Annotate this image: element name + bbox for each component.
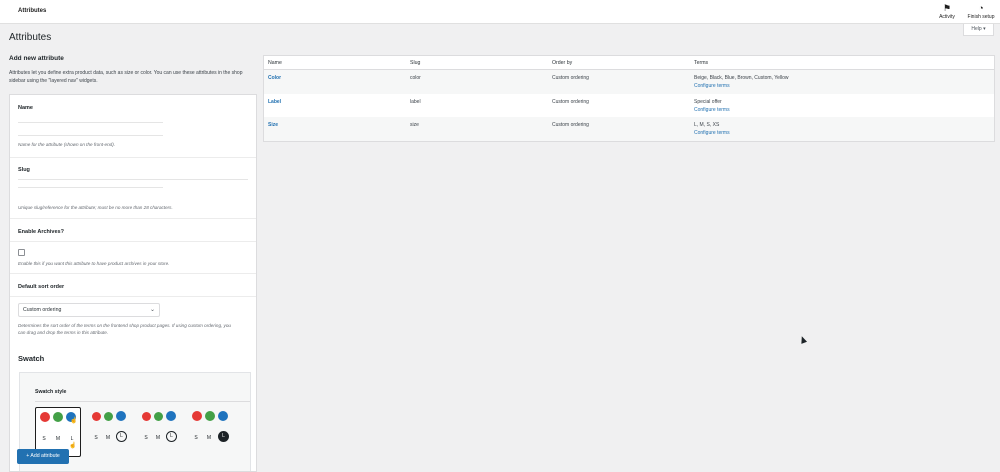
- attribute-terms: Special offer Configure terms: [694, 99, 730, 113]
- green-swatch-dot: [104, 412, 113, 421]
- header-title: Attributes: [18, 8, 47, 14]
- attributes-table: Name Slug Order by Terms Color color Cus…: [263, 55, 995, 142]
- chevron-down-icon: ⌄: [149, 307, 155, 313]
- size-swatch-m: M: [55, 436, 61, 442]
- green-swatch-dot: [205, 411, 215, 421]
- red-swatch-dot: [92, 412, 101, 421]
- attribute-terms: Beige, Black, Blue, Brown, Custom, Yello…: [694, 75, 789, 89]
- pointer-hand-icon: ☝: [69, 443, 77, 449]
- terms-list: L, M, S, XS: [694, 122, 720, 128]
- top-header: Attributes ⚑ Activity ◔ Finish setup: [0, 0, 1000, 24]
- attribute-terms: L, M, S, XS Configure terms: [694, 122, 730, 136]
- size-swatch-l: L: [166, 431, 177, 442]
- attribute-slug: color: [410, 75, 421, 81]
- green-swatch-dot: [154, 412, 163, 421]
- sort-order-select[interactable]: Custom ordering ⌄: [18, 303, 160, 317]
- table-row: Label label Custom ordering Special offe…: [264, 94, 994, 118]
- divider: [10, 157, 256, 158]
- name-label: Name: [18, 105, 33, 111]
- configure-terms-link[interactable]: Configure terms: [694, 83, 789, 89]
- slug-input[interactable]: [18, 187, 163, 188]
- configure-terms-link[interactable]: Configure terms: [694, 107, 730, 113]
- add-attribute-description: Attributes let you define extra product …: [9, 70, 243, 84]
- activity-button[interactable]: ⚑ Activity: [933, 3, 961, 20]
- attribute-slug: size: [410, 122, 419, 128]
- divider: [35, 401, 250, 402]
- table-row: Color color Custom ordering Beige, Black…: [264, 70, 994, 94]
- size-swatch-l: L: [116, 431, 127, 442]
- column-header-name[interactable]: Name: [268, 60, 282, 66]
- progress-ring-icon: ◔: [978, 3, 984, 13]
- enable-archives-checkbox[interactable]: [18, 249, 25, 256]
- red-swatch-dot: [142, 412, 151, 421]
- add-attribute-form: Name Name for the attribute (shown on th…: [9, 94, 257, 472]
- page-title: Attributes: [9, 32, 52, 43]
- swatch-style-label: Swatch style: [35, 389, 67, 395]
- size-swatch-m: M: [155, 435, 161, 441]
- divider: [10, 218, 256, 219]
- add-attribute-button[interactable]: + Add attribute: [17, 449, 69, 464]
- blue-swatch-dot: [218, 411, 228, 421]
- name-input-underline: [18, 135, 163, 136]
- attribute-order-by: Custom ordering: [552, 122, 589, 128]
- blue-swatch-dot: [116, 411, 126, 421]
- name-input[interactable]: [18, 122, 163, 123]
- sort-order-help: Determines the sort order of the terms o…: [18, 323, 231, 335]
- attribute-name-link[interactable]: Label: [268, 99, 281, 105]
- table-row: Size size Custom ordering L, M, S, XS Co…: [264, 117, 994, 141]
- size-swatch-s: S: [42, 436, 46, 442]
- slug-label: Slug: [18, 167, 30, 173]
- finish-setup-button[interactable]: ◔ Finish setup: [962, 3, 1000, 20]
- slug-input-top: [18, 179, 248, 180]
- add-attribute-heading: Add new attribute: [9, 55, 64, 62]
- table-header-row: Name Slug Order by Terms: [264, 56, 994, 70]
- slug-help: Unique slug/reference for the attribute;…: [18, 205, 173, 210]
- red-swatch-dot: [40, 412, 50, 422]
- column-header-order-by: Order by: [552, 60, 573, 66]
- divider: [10, 273, 256, 274]
- sort-order-label: Default sort order: [18, 284, 65, 290]
- sort-order-value: Custom ordering: [23, 307, 62, 313]
- swatch-heading: Swatch: [18, 354, 45, 363]
- size-swatch-l: L: [218, 431, 229, 442]
- size-swatch-s: S: [144, 435, 148, 441]
- attribute-slug: label: [410, 98, 421, 105]
- finish-setup-label: Finish setup: [967, 14, 995, 20]
- attribute-order-by: Custom ordering: [552, 75, 589, 81]
- size-swatch-s: S: [94, 435, 98, 441]
- swatch-style-option-2[interactable]: S M L: [88, 407, 134, 457]
- column-header-slug: Slug: [410, 60, 421, 66]
- configure-terms-link[interactable]: Configure terms: [694, 130, 730, 136]
- divider: [10, 241, 256, 242]
- help-tab-button[interactable]: Help ▾: [963, 24, 994, 36]
- terms-list: Special offer: [694, 98, 722, 105]
- activity-label: Activity: [939, 14, 955, 20]
- swatch-style-option-3[interactable]: S M L: [138, 407, 184, 457]
- size-swatch-s: S: [194, 435, 198, 441]
- divider: [10, 296, 256, 297]
- column-header-terms: Terms: [694, 60, 709, 66]
- flag-icon: ⚑: [942, 3, 952, 13]
- green-swatch-dot: [53, 412, 63, 422]
- attribute-name-link[interactable]: Size: [268, 122, 278, 128]
- mouse-pointer-icon: [798, 335, 808, 344]
- size-swatch-m: M: [206, 435, 212, 441]
- red-swatch-dot: [192, 411, 202, 421]
- size-swatch-m: M: [105, 435, 111, 441]
- archives-help: Enable this if you want this attribute t…: [18, 261, 170, 266]
- attribute-name-link[interactable]: Color: [268, 75, 281, 81]
- attribute-order-by: Custom ordering: [552, 98, 589, 105]
- blue-swatch-dot: [166, 411, 176, 421]
- terms-list: Beige, Black, Blue, Brown, Custom, Yello…: [694, 75, 789, 81]
- name-help: Name for the attribute (shown on the fro…: [18, 142, 116, 147]
- pointer-hand-icon: ☝: [70, 418, 78, 424]
- archives-label: Enable Archives?: [18, 229, 64, 235]
- swatch-style-option-4[interactable]: S M L: [188, 407, 234, 457]
